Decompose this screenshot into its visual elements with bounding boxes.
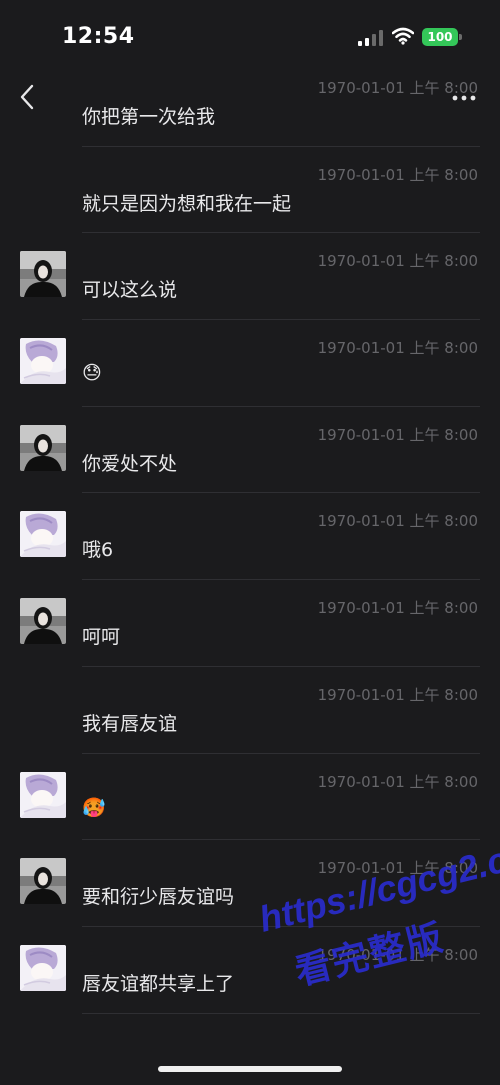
- message-timestamp: 1970-01-01 上午 8:00: [317, 339, 478, 358]
- wifi-icon: [392, 27, 414, 45]
- message-timestamp: 1970-01-01 上午 8:00: [317, 252, 478, 271]
- message-timestamp: 1970-01-01 上午 8:00: [317, 859, 478, 878]
- message-text: 我有唇友谊: [82, 712, 178, 735]
- message-text: 要和衍少唇友谊吗: [82, 886, 235, 909]
- message-text: 可以这么说: [82, 279, 178, 302]
- message-text: 唇友谊都共享上了: [82, 972, 235, 995]
- message-timestamp: 1970-01-01 上午 8:00: [317, 425, 478, 444]
- message-timestamp: 1970-01-01 上午 8:00: [317, 945, 478, 964]
- message-text: 你把第一次给我: [82, 106, 216, 128]
- message-text: 🥵: [82, 796, 106, 819]
- avatar-girl[interactable]: [20, 858, 66, 905]
- message-timestamp: 1970-01-01 上午 8:00: [317, 79, 478, 97]
- message-timestamp: 1970-01-01 上午 8:00: [317, 772, 478, 791]
- avatar-anime[interactable]: [20, 338, 66, 385]
- message-row[interactable]: 1970-01-01 上午 8:00 🥵: [0, 754, 500, 841]
- message-row[interactable]: 1970-01-01 上午 8:00 哦6: [0, 493, 500, 581]
- message-row[interactable]: 1970-01-01 上午 8:00 要和衍少唇友谊吗: [0, 840, 500, 927]
- status-time: 12:54: [62, 24, 135, 49]
- message-row[interactable]: 1970-01-01 上午 8:00 😓: [0, 320, 500, 407]
- battery-indicator: 100: [422, 28, 458, 46]
- message-row[interactable]: 1970-01-01 上午 8:00 呵呵: [0, 580, 500, 667]
- avatar-anime[interactable]: [20, 944, 66, 991]
- message-text: 你爱处不处: [82, 452, 178, 475]
- message-text: 😓: [82, 362, 102, 385]
- avatar-girl[interactable]: [20, 598, 66, 645]
- message-timestamp: 1970-01-01 上午 8:00: [317, 685, 478, 704]
- message-row[interactable]: 1970-01-01 上午 8:00 你把第一次给我: [0, 60, 500, 147]
- cellular-signal-icon: [358, 30, 383, 46]
- battery-cap: [459, 34, 462, 40]
- message-row[interactable]: 1970-01-01 上午 8:00 就只是因为想和我在一起: [0, 147, 500, 234]
- divider: [82, 1012, 480, 1014]
- avatar-anime[interactable]: [20, 771, 66, 818]
- message-row[interactable]: 1970-01-01 上午 8:00 你爱处不处: [0, 407, 500, 494]
- message-timestamp: 1970-01-01 上午 8:00: [317, 512, 478, 531]
- avatar-girl[interactable]: [20, 251, 66, 298]
- avatar-anime[interactable]: [20, 511, 66, 558]
- home-indicator: [158, 1066, 342, 1072]
- message-timestamp: 1970-01-01 上午 8:00: [317, 165, 478, 184]
- message-timestamp: 1970-01-01 上午 8:00: [317, 599, 478, 618]
- message-row[interactable]: 1970-01-01 上午 8:00 可以这么说: [0, 233, 500, 321]
- avatar-girl[interactable]: [20, 424, 66, 471]
- message-text: 呵呵: [82, 626, 121, 649]
- message-row[interactable]: 1970-01-01 上午 8:00 我有唇友谊: [0, 667, 500, 754]
- message-list: 1970-01-01 上午 8:00 你把第一次给我 1970-01-01 上午 8…: [0, 60, 500, 1014]
- message-row[interactable]: 1970-01-01 上午 8:00 唇友谊都共享上了: [0, 927, 500, 1014]
- message-text: 就只是因为想和我在一起: [82, 192, 292, 215]
- message-text: 哦6: [82, 539, 114, 562]
